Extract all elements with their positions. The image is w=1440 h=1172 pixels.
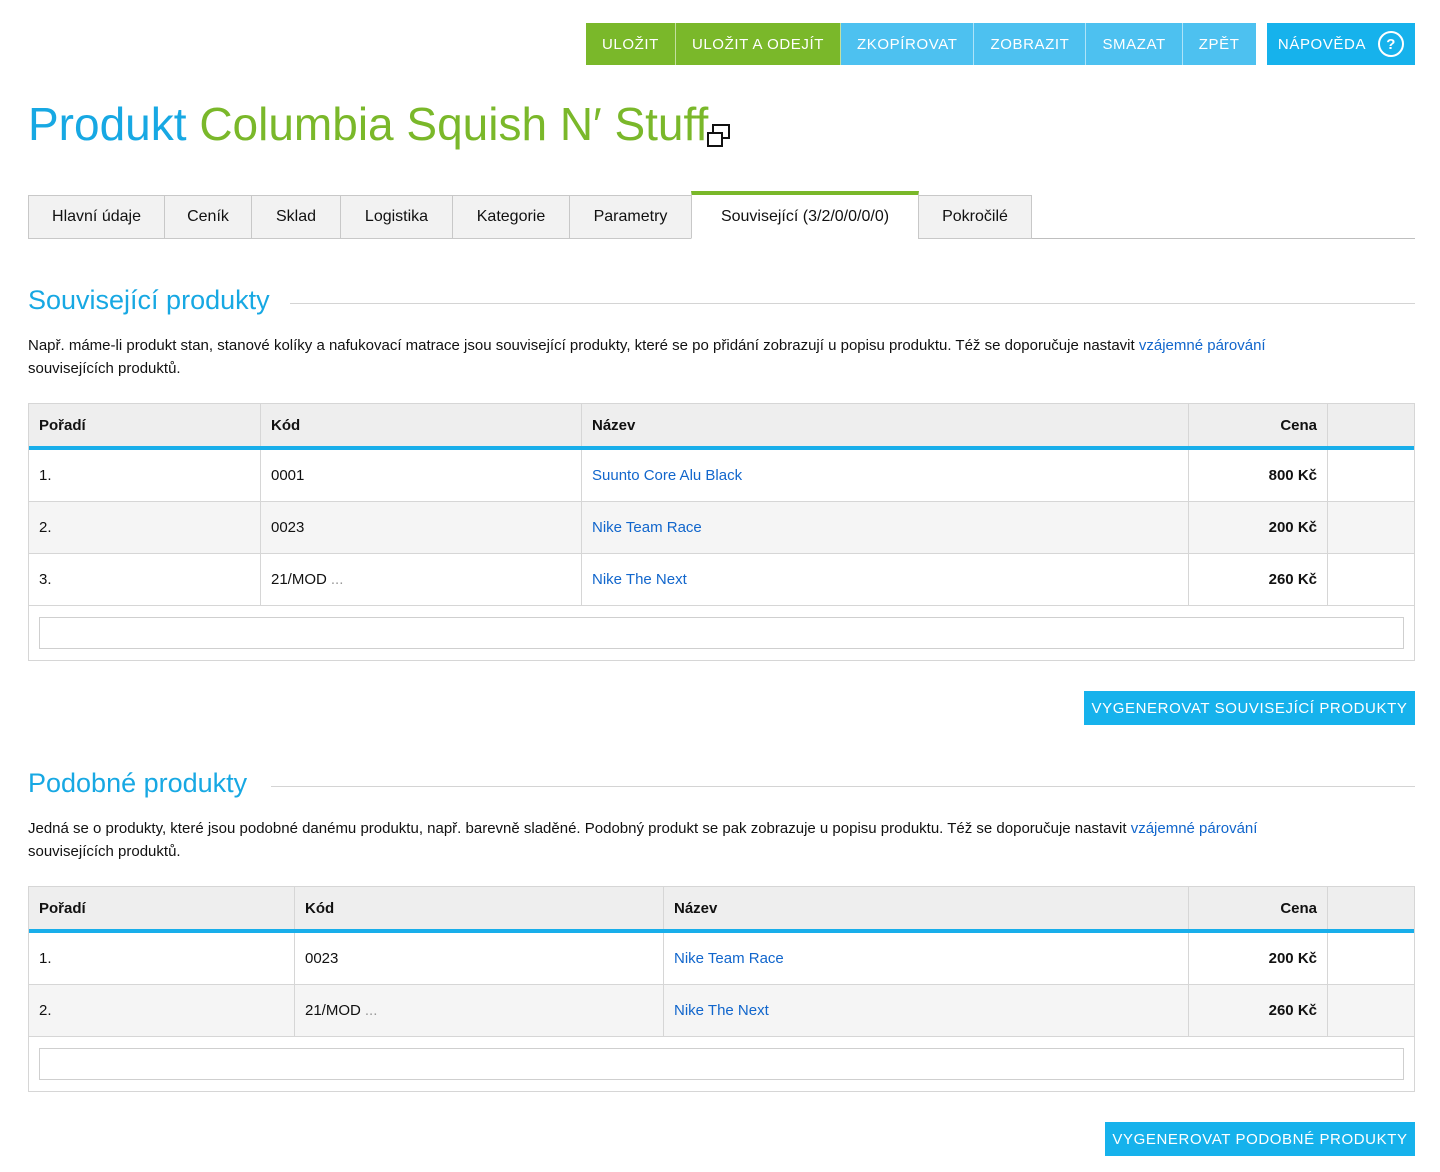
row-price: 200 Kč <box>1189 933 1328 984</box>
similar-description-tail: souvisejících produktů. <box>28 843 181 860</box>
row-name: Nike The Next <box>664 985 1189 1036</box>
similar-products-table: Pořadí Kód Název Cena 1. 0023 Nike Team … <box>28 886 1415 1092</box>
table-row: 3. 21/MOD... Nike The Next 260 Kč <box>29 554 1414 606</box>
back-button[interactable]: Zpět <box>1182 23 1256 65</box>
tab-parameters[interactable]: Parametry <box>569 195 692 239</box>
row-order: 3. <box>29 554 261 605</box>
row-actions <box>1328 985 1414 1036</box>
product-link[interactable]: Nike The Next <box>592 571 687 588</box>
similar-section-title: Podobné produkty <box>28 768 266 799</box>
save-button[interactable]: Uložit <box>586 23 676 65</box>
row-price: 260 Kč <box>1189 554 1328 605</box>
show-button[interactable]: Zobrazit <box>974 23 1087 65</box>
column-header-actions <box>1328 404 1414 446</box>
product-link[interactable]: Nike The Next <box>674 1002 769 1019</box>
column-header-code[interactable]: Kód <box>261 404 582 446</box>
tab-related[interactable]: Související (3/2/0/0/0/0) <box>691 191 919 239</box>
column-header-code[interactable]: Kód <box>295 887 664 929</box>
column-header-order[interactable]: Pořadí <box>29 887 295 929</box>
row-name: Nike Team Race <box>664 933 1189 984</box>
row-price: 800 Kč <box>1189 450 1328 501</box>
row-name: Suunto Core Alu Black <box>582 450 1189 501</box>
row-code-text: 0001 <box>271 467 305 484</box>
tab-stock[interactable]: Sklad <box>251 195 341 239</box>
tab-categories[interactable]: Kategorie <box>452 195 570 239</box>
ellipsis-icon[interactable]: ... <box>365 1002 378 1019</box>
row-code: 0023 <box>261 502 582 553</box>
similar-description-text: Jedná se o produkty, které jsou podobné … <box>28 820 1127 837</box>
add-product-input[interactable] <box>39 1048 1404 1080</box>
toolbar: Uložit Uložit a odejít Zkopírovat Zobraz… <box>586 23 1256 65</box>
row-code: 0001 <box>261 450 582 501</box>
row-actions <box>1328 554 1414 605</box>
mutual-pairing-link[interactable]: vzájemné párování <box>1131 820 1258 837</box>
tab-main-info[interactable]: Hlavní údaje <box>28 195 165 239</box>
section-divider <box>271 786 1415 787</box>
add-product-input[interactable] <box>39 617 1404 649</box>
row-code-text: 21/MOD <box>305 1002 361 1019</box>
row-actions <box>1328 450 1414 501</box>
column-header-name[interactable]: Název <box>664 887 1189 929</box>
product-link[interactable]: Nike Team Race <box>592 519 702 536</box>
help-label: Nápověda <box>1277 35 1367 53</box>
row-code-text: 0023 <box>305 950 339 967</box>
row-code: 21/MOD... <box>261 554 582 605</box>
row-order: 2. <box>29 985 295 1036</box>
row-order: 1. <box>29 933 295 984</box>
save-and-exit-button[interactable]: Uložit a odejít <box>675 23 842 65</box>
mutual-pairing-link[interactable]: vzájemné párování <box>1139 337 1266 354</box>
table-header: Pořadí Kód Název Cena <box>29 404 1414 450</box>
tab-bar: Hlavní údaje Ceník Sklad Logistika Kateg… <box>28 191 1415 239</box>
row-actions <box>1328 502 1414 553</box>
related-section-title: Související produkty <box>28 285 288 316</box>
page-title-prefix: Produkt <box>28 98 187 150</box>
generate-similar-button[interactable]: Vygenerovat podobné produkty <box>1105 1122 1415 1156</box>
table-footer <box>29 606 1414 660</box>
table-row: 1. 0001 Suunto Core Alu Black 800 Kč <box>29 450 1414 502</box>
copy-button[interactable]: Zkopírovat <box>841 23 975 65</box>
row-code: 0023 <box>295 933 664 984</box>
table-header: Pořadí Kód Název Cena <box>29 887 1414 933</box>
page-title: Produkt Columbia Squish N′ Stuff <box>28 96 708 152</box>
row-code: 21/MOD... <box>295 985 664 1036</box>
tab-price-list[interactable]: Ceník <box>164 195 252 239</box>
related-products-table: Pořadí Kód Název Cena 1. 0001 Suunto Cor… <box>28 403 1415 661</box>
column-header-price[interactable]: Cena <box>1189 887 1328 929</box>
generate-related-button[interactable]: Vygenerovat související produkty <box>1084 691 1415 725</box>
product-name: Columbia Squish N′ Stuff <box>199 98 709 150</box>
row-order: 1. <box>29 450 261 501</box>
row-name: Nike The Next <box>582 554 1189 605</box>
delete-button[interactable]: Smazat <box>1086 23 1183 65</box>
row-actions <box>1328 933 1414 984</box>
column-header-price[interactable]: Cena <box>1189 404 1328 446</box>
product-link[interactable]: Suunto Core Alu Black <box>592 467 742 484</box>
open-in-new-window-icon[interactable] <box>705 122 733 150</box>
column-header-name[interactable]: Název <box>582 404 1189 446</box>
ellipsis-icon[interactable]: ... <box>331 571 344 588</box>
row-code-text: 0023 <box>271 519 305 536</box>
column-header-actions <box>1328 887 1414 929</box>
table-footer <box>29 1037 1414 1091</box>
related-description-text: Např. máme-li produkt stan, stanové kolí… <box>28 337 1135 354</box>
question-mark-icon: ? <box>1378 31 1405 57</box>
table-row: 2. 0023 Nike Team Race 200 Kč <box>29 502 1414 554</box>
section-divider <box>290 303 1415 304</box>
table-row: 1. 0023 Nike Team Race 200 Kč <box>29 933 1414 985</box>
table-row: 2. 21/MOD... Nike The Next 260 Kč <box>29 985 1414 1037</box>
row-price: 260 Kč <box>1189 985 1328 1036</box>
row-code-text: 21/MOD <box>271 571 327 588</box>
row-name: Nike Team Race <box>582 502 1189 553</box>
tab-advanced[interactable]: Pokročilé <box>918 195 1032 239</box>
related-description: Např. máme-li produkt stan, stanové kolí… <box>28 334 1418 380</box>
row-price: 200 Kč <box>1189 502 1328 553</box>
help-button[interactable]: Nápověda ? <box>1267 23 1415 65</box>
row-order: 2. <box>29 502 261 553</box>
column-header-order[interactable]: Pořadí <box>29 404 261 446</box>
related-description-tail: souvisejících produktů. <box>28 360 181 377</box>
tab-logistics[interactable]: Logistika <box>340 195 453 239</box>
product-link[interactable]: Nike Team Race <box>674 950 784 967</box>
similar-description: Jedná se o produkty, které jsou podobné … <box>28 817 1418 863</box>
